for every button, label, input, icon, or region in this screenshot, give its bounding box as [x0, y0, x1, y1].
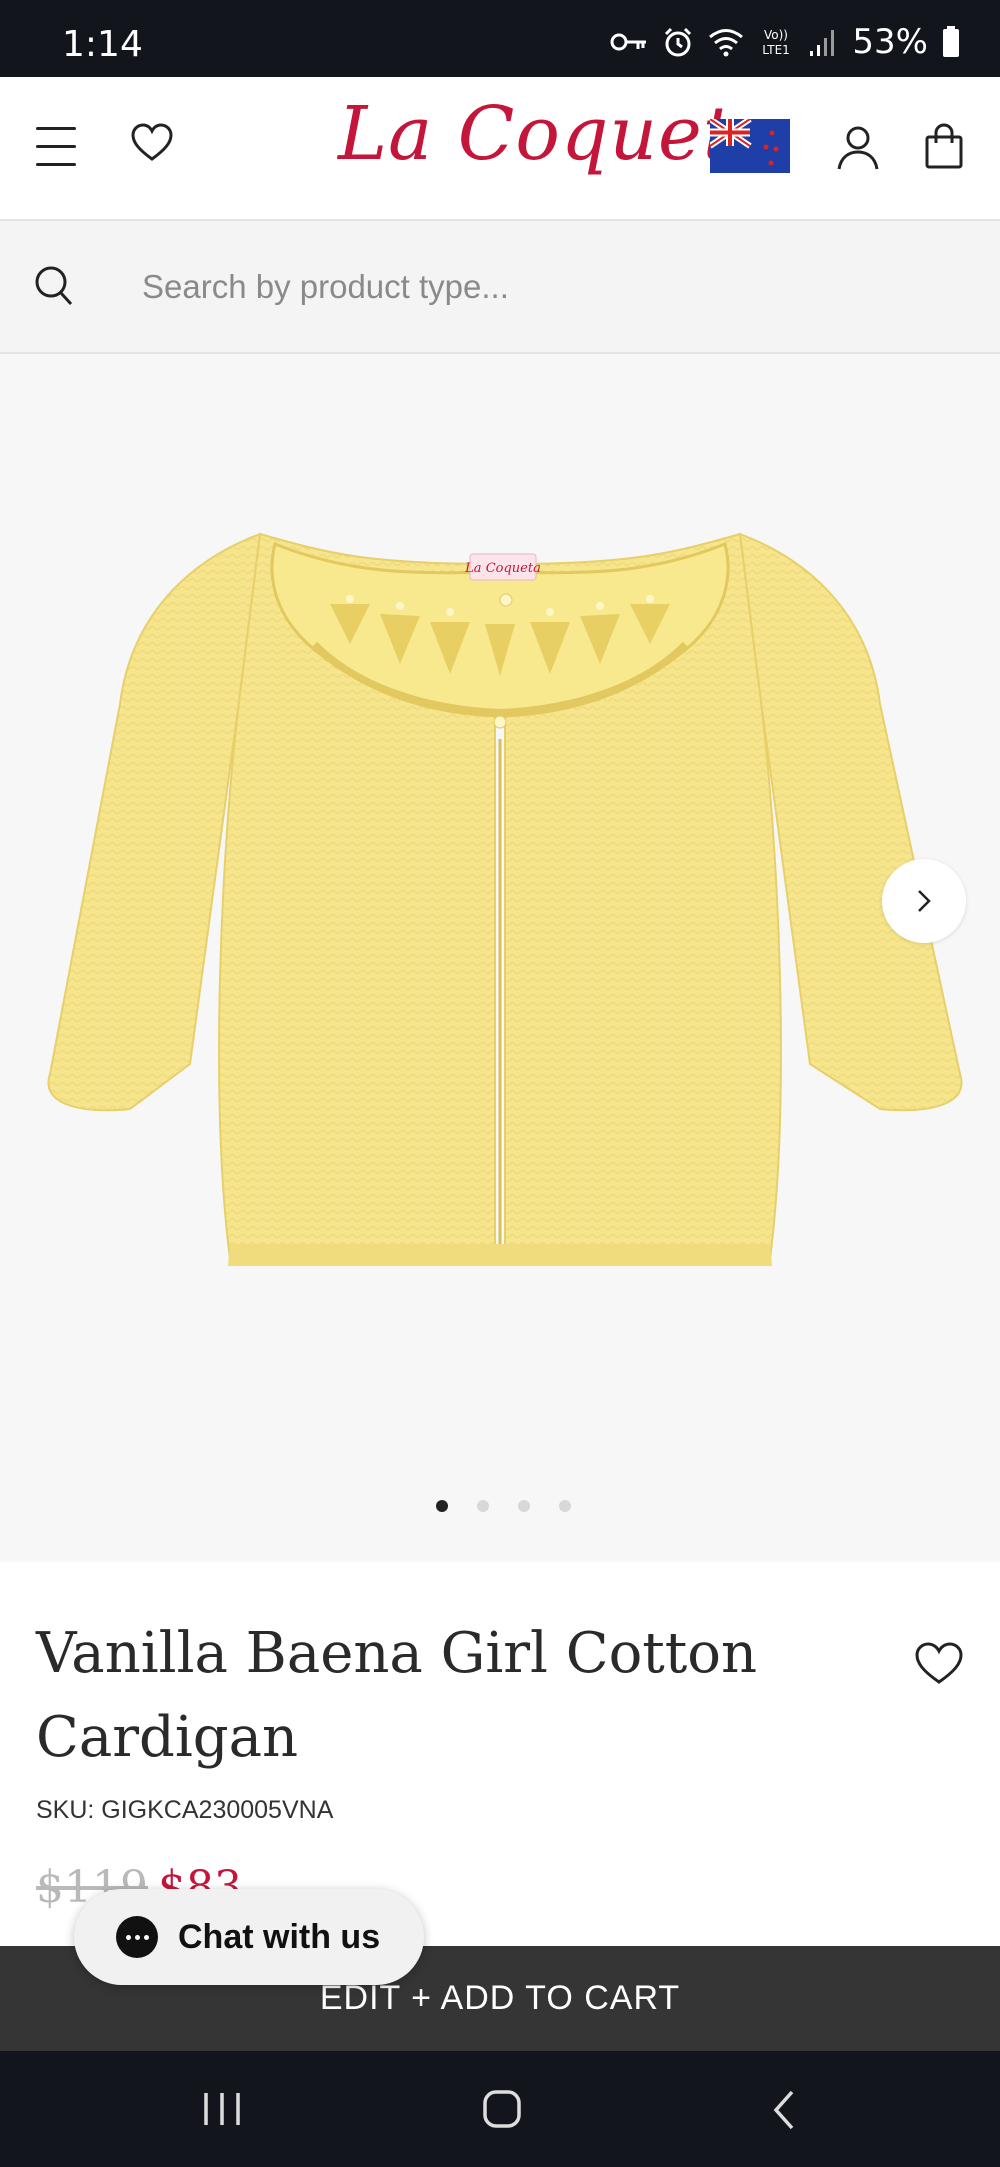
gallery-dot[interactable]	[435, 1500, 448, 1512]
menu-icon[interactable]	[36, 127, 78, 167]
next-image-button[interactable]	[882, 859, 966, 943]
key-icon	[610, 33, 647, 51]
wifi-icon	[709, 29, 744, 57]
volte-icon: Vo))LTE1	[763, 28, 791, 57]
bag-icon[interactable]	[924, 123, 964, 169]
status-bar: 1:14 Vo)) LTE1 53%	[0, 0, 1000, 77]
gallery-dot[interactable]	[476, 1500, 489, 1512]
status-icons: Vo)) LTE1 53%	[610, 22, 960, 62]
svg-text:Vo)): Vo))	[764, 28, 788, 42]
status-time: 1:14	[62, 24, 143, 65]
gallery-dot[interactable]	[517, 1500, 530, 1512]
chat-label: Chat with us	[178, 1917, 381, 1956]
site-header: La Coqueta	[0, 77, 1000, 221]
search-bar	[0, 221, 1000, 354]
recents-icon[interactable]	[202, 2091, 244, 2127]
signal-icon	[810, 30, 835, 56]
gallery-pagination	[0, 1500, 1000, 1512]
search-icon[interactable]	[34, 265, 74, 307]
home-icon[interactable]	[482, 2089, 522, 2129]
nz-flag-icon[interactable]	[710, 119, 790, 173]
alarm-icon	[665, 27, 692, 57]
product-gallery[interactable]: La Coqueta	[0, 354, 1000, 1562]
product-image[interactable]: La Coqueta	[30, 504, 970, 1424]
battery-percentage: 53%	[852, 22, 928, 62]
product-title: Vanilla Baena Girl Cotton Cardigan	[36, 1621, 758, 1770]
account-icon[interactable]	[836, 125, 880, 171]
back-icon[interactable]	[770, 2089, 798, 2131]
gallery-dot[interactable]	[558, 1500, 571, 1512]
battery-icon	[943, 26, 959, 57]
garment-label: La Coqueta	[464, 561, 541, 576]
product-sku: SKU: GIGKCA230005VNA	[36, 1796, 334, 1824]
chat-button[interactable]: Chat with us	[74, 1889, 424, 1985]
heart-icon[interactable]	[130, 123, 174, 163]
svg-text:LTE1: LTE1	[763, 43, 791, 57]
chat-bubble-icon	[116, 1916, 158, 1958]
heart-icon[interactable]	[914, 1642, 964, 1686]
search-input[interactable]	[142, 251, 962, 323]
system-nav-bar	[0, 2051, 1000, 2167]
chevron-right-icon	[918, 890, 931, 912]
